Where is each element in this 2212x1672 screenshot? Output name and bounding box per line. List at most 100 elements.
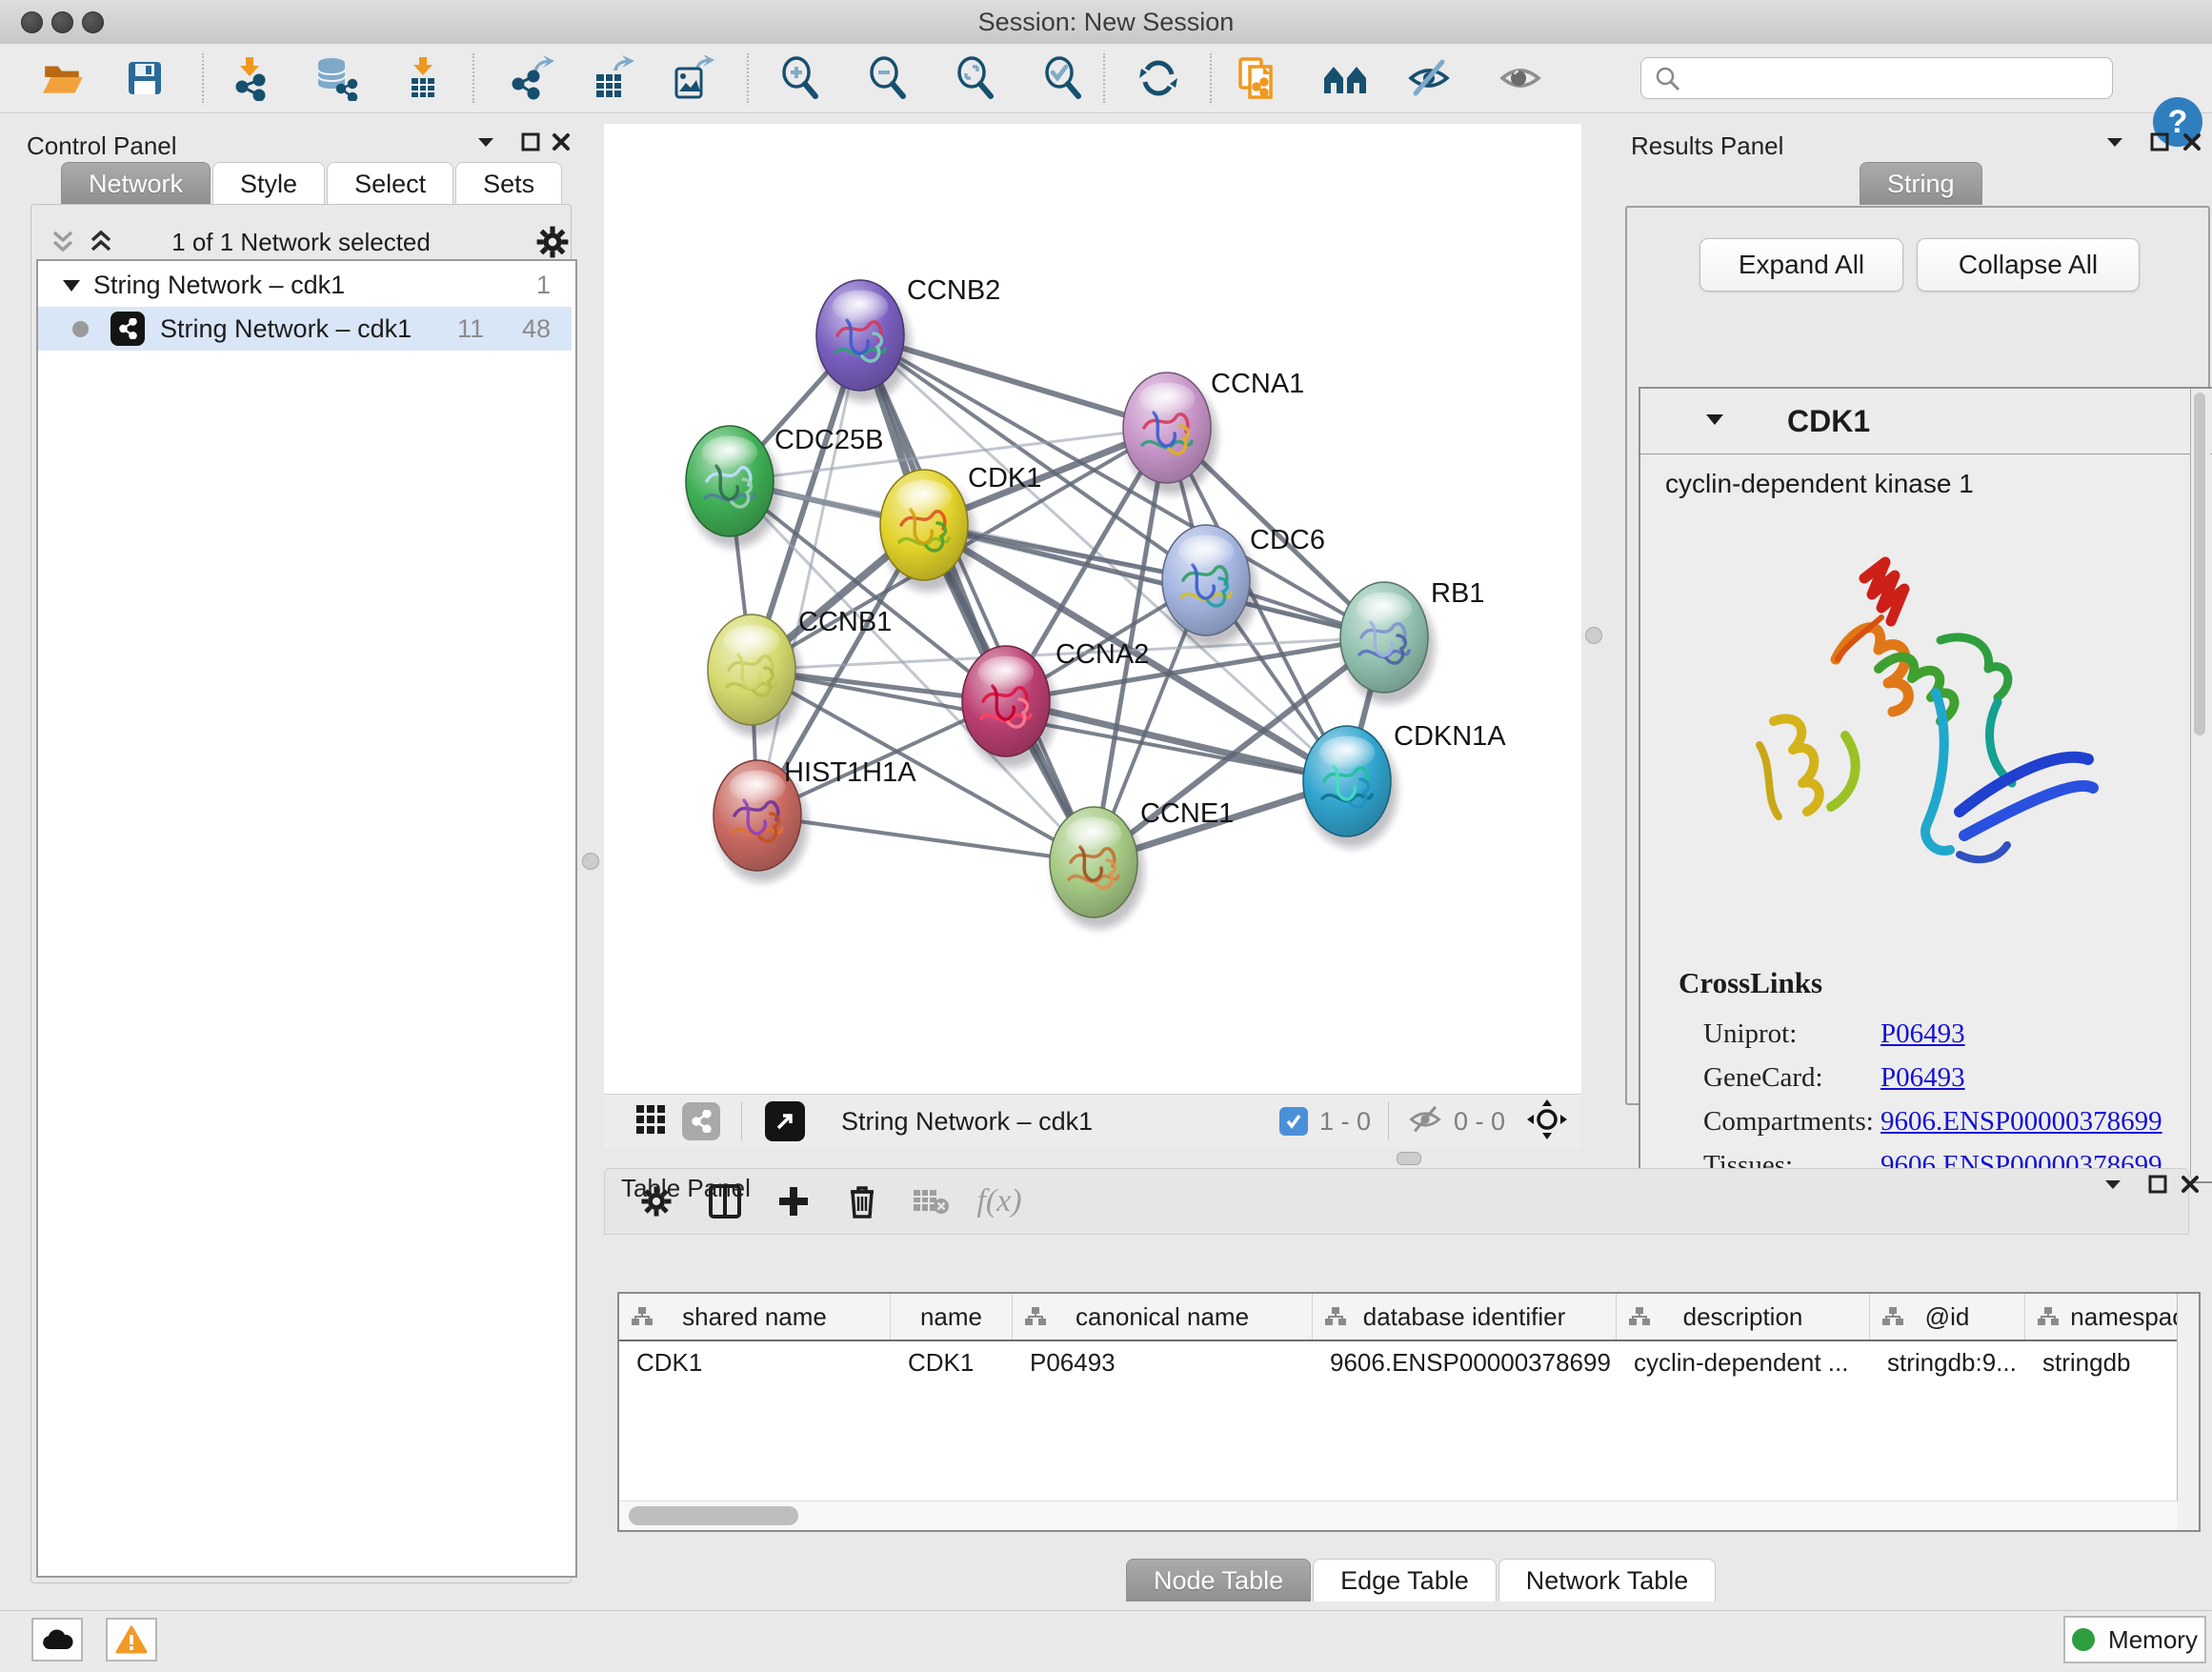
save-session-button[interactable]: [118, 51, 171, 105]
panel-float-icon[interactable]: [2147, 1174, 2168, 1195]
column-header-@id[interactable]: @id: [1870, 1294, 2025, 1340]
network-node-CCNB2[interactable]: [816, 280, 911, 402]
panel-float-icon[interactable]: [2149, 131, 2170, 152]
tab-network[interactable]: Network: [61, 162, 211, 205]
zoom-fit-button[interactable]: [949, 51, 1002, 105]
hide-selected-button[interactable]: [1402, 51, 1456, 105]
tab-node-table[interactable]: Node Table: [1126, 1559, 1311, 1601]
refresh-layout-button[interactable]: [1132, 51, 1185, 105]
export-network-button[interactable]: [505, 51, 558, 105]
panel-close-icon[interactable]: [2182, 131, 2202, 152]
import-network-icon: [227, 55, 272, 101]
column-header-name[interactable]: name: [891, 1294, 1013, 1340]
birds-eye-toggle-icon[interactable]: [1526, 1098, 1581, 1145]
results-tab-string[interactable]: String: [1860, 162, 1984, 205]
cell-namespace[interactable]: stringdb: [2025, 1348, 2178, 1378]
network-view-icon[interactable]: [682, 1102, 720, 1140]
crosslink-link[interactable]: P06493: [1880, 1062, 1965, 1094]
network-collection-row[interactable]: String Network – cdk1 1: [38, 263, 572, 307]
clone-network-button[interactable]: [1231, 51, 1284, 105]
column-header-canonical-name[interactable]: canonical name: [1013, 1294, 1313, 1340]
column-header-shared-name[interactable]: shared name: [619, 1294, 891, 1340]
cell-@id[interactable]: stringdb:9...: [1870, 1348, 2025, 1378]
network-edge-CCNB2-HIST1H1A[interactable]: [757, 335, 860, 816]
tab-style[interactable]: Style: [212, 162, 325, 205]
table-type-tabs: Node TableEdge TableNetwork Table: [1126, 1559, 1718, 1601]
table-horizontal-scrollbar[interactable]: [619, 1501, 2178, 1530]
column-header-database-identifier[interactable]: database identifier: [1313, 1294, 1617, 1340]
network-node-label-CDC25B: CDC25B: [774, 425, 883, 455]
network-label: String Network – cdk1: [160, 314, 412, 344]
cell-description[interactable]: cyclin-dependent ...: [1617, 1348, 1870, 1378]
left-splitter-handle[interactable]: [582, 853, 599, 870]
import-network-database-button[interactable]: [309, 51, 362, 105]
panel-close-icon[interactable]: [551, 131, 572, 152]
grid-view-icon[interactable]: [633, 1101, 669, 1142]
network-edge-CCNA2-CDKN1A[interactable]: [1006, 701, 1347, 781]
panel-menu-icon[interactable]: [2103, 133, 2126, 151]
right-splitter-handle[interactable]: [1585, 627, 1602, 644]
memory-button[interactable]: Memory: [2063, 1616, 2206, 1663]
export-image-button[interactable]: [665, 51, 718, 105]
string-network-graph[interactable]: CCNB2CCNA1CDC25BCDK1CDC6RB1CCNB1CCNA2CDK…: [604, 124, 1581, 1094]
network-node-CDC25B[interactable]: [686, 426, 780, 548]
network-node-CDC6[interactable]: [1162, 525, 1257, 647]
column-header-namespace[interactable]: namespace: [2025, 1294, 2178, 1340]
first-neighbors-button[interactable]: [1318, 51, 1372, 105]
network-node-CCNE1[interactable]: [1050, 807, 1144, 929]
network-node-CCNA2[interactable]: [962, 646, 1056, 768]
tab-sets[interactable]: Sets: [455, 162, 562, 205]
panel-menu-icon[interactable]: [474, 133, 497, 151]
bottom-splitter-handle[interactable]: [1397, 1152, 1421, 1165]
delete-column-icon[interactable]: [828, 1173, 896, 1230]
crosslink-row: Uniprot:P06493: [1640, 1012, 2191, 1056]
table-vertical-scrollbar[interactable]: [2177, 1294, 2199, 1530]
network-node-label-CCNE1: CCNE1: [1140, 798, 1234, 829]
results-scrollbar[interactable]: [2190, 389, 2210, 1178]
cell-canonical-name[interactable]: P06493: [1013, 1348, 1313, 1378]
crosslink-link[interactable]: 9606.ENSP00000378699: [1880, 1106, 2162, 1138]
network-row-selected[interactable]: String Network – cdk1 11 48: [38, 307, 572, 351]
zoom-selected-button[interactable]: [1036, 51, 1090, 105]
tab-select[interactable]: Select: [327, 162, 453, 205]
panel-menu-icon[interactable]: [2101, 1176, 2124, 1193]
section-collapse-icon[interactable]: [1640, 411, 1726, 433]
cdk1-section-header[interactable]: CDK1: [1640, 389, 2212, 454]
search-input[interactable]: [1640, 57, 2113, 99]
detach-view-icon[interactable]: [765, 1101, 805, 1141]
cell-name[interactable]: CDK1: [891, 1348, 1013, 1378]
network-node-RB1[interactable]: [1340, 582, 1435, 704]
network-node-CCNB1[interactable]: [708, 614, 802, 736]
warnings-button[interactable]: [106, 1618, 157, 1662]
export-network-icon: [509, 55, 554, 101]
cell-shared-name[interactable]: CDK1: [619, 1348, 891, 1378]
selected-checkbox-icon[interactable]: [1279, 1107, 1308, 1136]
cloud-status-button[interactable]: [31, 1618, 83, 1662]
results-scrollbar-thumb[interactable]: [2194, 393, 2205, 735]
import-table-button[interactable]: [396, 51, 450, 105]
network-options-gear-icon[interactable]: [534, 224, 571, 260]
export-table-button[interactable]: [585, 51, 638, 105]
function-builder-icon-disabled: f(x): [965, 1173, 1034, 1230]
import-table-icon: [400, 55, 446, 101]
network-node-CDKN1A[interactable]: [1303, 726, 1398, 848]
tree-expand-icon[interactable]: [38, 271, 93, 300]
crosslink-link[interactable]: P06493: [1880, 1018, 1965, 1050]
show-graphics-details-button[interactable]: [1494, 51, 1547, 105]
import-network-file-button[interactable]: [223, 51, 276, 105]
zoom-in-button[interactable]: [774, 51, 827, 105]
column-header-description[interactable]: description: [1617, 1294, 1870, 1340]
network-canvas[interactable]: CCNB2CCNA1CDC25BCDK1CDC6RB1CCNB1CCNA2CDK…: [604, 124, 1581, 1094]
collapse-all-button[interactable]: Collapse All: [1917, 238, 2140, 292]
zoom-out-button[interactable]: [861, 51, 915, 105]
tab-edge-table[interactable]: Edge Table: [1313, 1559, 1497, 1601]
tab-network-table[interactable]: Network Table: [1498, 1559, 1717, 1601]
table-row[interactable]: CDK1CDK1P064939606.ENSP00000378699cyclin…: [619, 1341, 2178, 1383]
open-session-button[interactable]: [36, 51, 90, 105]
panel-close-icon[interactable]: [2180, 1174, 2201, 1195]
cell-database-identifier[interactable]: 9606.ENSP00000378699: [1313, 1348, 1617, 1378]
create-column-icon[interactable]: [759, 1173, 828, 1230]
table-hscroll-thumb[interactable]: [629, 1506, 798, 1525]
panel-float-icon[interactable]: [520, 131, 541, 152]
expand-all-button[interactable]: Expand All: [1699, 238, 1903, 292]
